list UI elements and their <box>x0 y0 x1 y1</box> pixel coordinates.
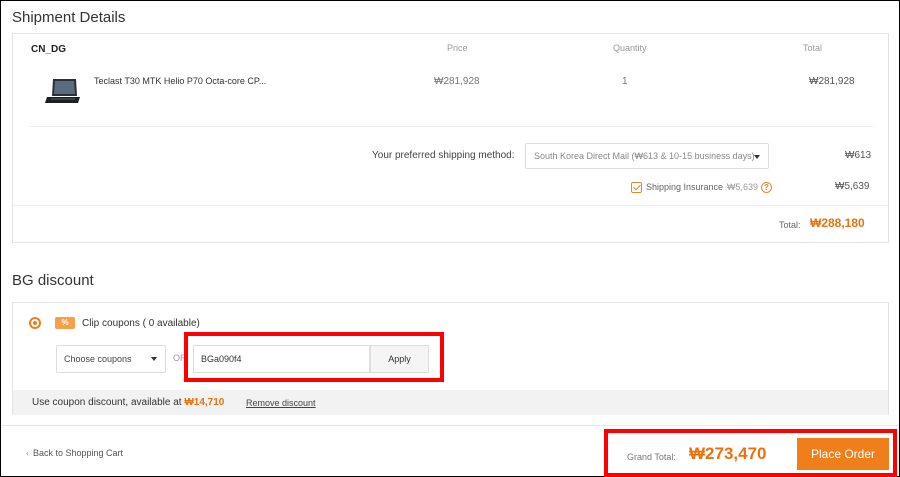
total-divider <box>13 205 888 206</box>
shipping-insurance-total: ₩5,639 <box>835 181 870 192</box>
shipping-method-select[interactable]: South Korea Direct Mail (₩613 & 10-15 bu… <box>525 143 769 169</box>
shipping-cost: ₩613 <box>845 150 872 161</box>
shipment-total-label: Total: <box>779 220 801 230</box>
price-column-header: Price <box>447 43 468 53</box>
warehouse-name: CN_DG <box>31 44 67 55</box>
coupon-discount-bar: Use coupon discount, available at ₩14,71… <box>13 390 888 415</box>
highlight-box-coupon <box>184 332 444 382</box>
back-to-cart-label: Back to Shopping Cart <box>33 448 124 458</box>
footer-divider <box>1 425 899 426</box>
shipment-details-title: Shipment Details <box>12 9 126 26</box>
coupon-discount-label: Use coupon discount, available at <box>32 397 182 408</box>
product-quantity: 1 <box>622 76 628 87</box>
row-divider <box>29 126 873 127</box>
product-name-link[interactable]: Teclast T30 MTK Helio P70 Octa-core CP..… <box>94 76 266 86</box>
total-column-header: Total <box>803 43 823 53</box>
shipping-insurance-checkbox[interactable] <box>631 182 642 193</box>
shipping-insurance-price: ₩5,639 <box>727 182 759 192</box>
product-price: ₩281,928 <box>434 76 480 87</box>
coupon-icon: % <box>55 317 75 329</box>
chevron-left-icon: ‹ <box>26 448 29 458</box>
shipping-method-value: South Korea Direct Mail (₩613 & 10-15 bu… <box>534 151 755 161</box>
help-icon[interactable]: ? <box>761 182 772 193</box>
bg-discount-title: BG discount <box>12 272 94 289</box>
remove-discount-link[interactable]: Remove discount <box>246 398 316 408</box>
chevron-down-icon <box>754 155 760 159</box>
shipment-card: CN_DG Price Quantity Total Teclast T30 M… <box>12 33 889 243</box>
coupon-discount-text: Use coupon discount, available at ₩14,71… <box>32 397 224 408</box>
clip-coupons-radio[interactable] <box>29 317 41 329</box>
quantity-column-header: Quantity <box>613 43 647 53</box>
choose-coupons-value: Choose coupons <box>64 354 132 364</box>
discount-card: % Clip coupons ( 0 available) Choose cou… <box>12 302 889 415</box>
available-discount-amount: ₩14,710 <box>184 397 225 408</box>
shipping-insurance-label: Shipping Insurance <box>646 182 724 192</box>
choose-coupons-select[interactable]: Choose coupons <box>56 345 166 373</box>
clip-coupons-label: Clip coupons ( 0 available) <box>82 318 200 329</box>
product-thumbnail[interactable] <box>43 76 83 106</box>
back-to-cart-link[interactable]: ‹ Back to Shopping Cart <box>26 448 123 458</box>
shipping-method-label: Your preferred shipping method: <box>372 150 515 161</box>
highlight-box-order <box>604 429 897 477</box>
shipment-total-value: ₩288,180 <box>810 216 865 230</box>
product-total: ₩281,928 <box>809 76 855 87</box>
chevron-down-icon <box>151 357 157 361</box>
